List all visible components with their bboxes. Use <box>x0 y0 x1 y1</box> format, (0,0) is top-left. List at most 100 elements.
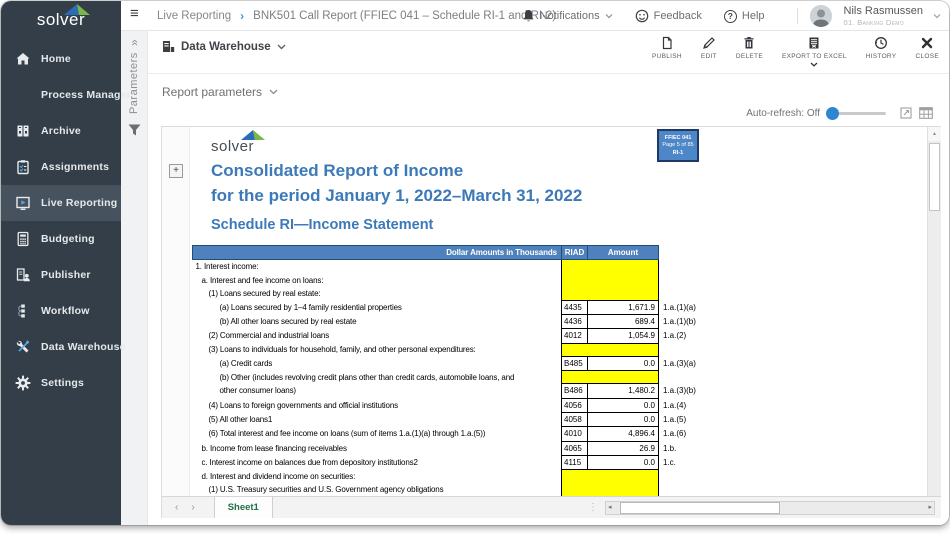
row-label: c. Interest income on balances due from … <box>193 455 562 469</box>
report-table-row: (a) Loans secured by 1–4 family resident… <box>193 300 737 314</box>
auto-refresh-control: Auto-refresh: Off <box>746 107 933 119</box>
hamburger-icon[interactable]: ≡ <box>130 5 139 22</box>
amount-input-cell[interactable] <box>562 343 659 356</box>
riad-code-cell: 4012 <box>562 329 588 343</box>
publish-button[interactable]: PUBLISH <box>652 36 682 60</box>
user-menu[interactable]: Nils Rasmussen 01. Banking Demo <box>810 5 941 27</box>
user-name: Nils Rasmussen <box>844 6 923 17</box>
report-table-row: other consumer loans)B4861,480.21.a.(3)(… <box>193 384 737 398</box>
amount-cell[interactable]: 0.0 <box>588 356 659 370</box>
bell-icon <box>522 9 535 23</box>
solver-logo[interactable]: solver <box>1 1 121 33</box>
amount-cell[interactable]: 26.9 <box>588 441 659 455</box>
sidebar-item-label: Assignments <box>41 161 109 173</box>
sidebar-item-archive[interactable]: Archive <box>1 113 121 149</box>
scroll-up-icon[interactable]: ▲ <box>928 127 941 141</box>
parameters-panel-collapsed[interactable]: Parameters » <box>121 31 148 525</box>
edit-button[interactable]: EDIT <box>701 36 717 60</box>
outline-expand-button[interactable]: + <box>169 164 183 178</box>
help-button[interactable]: ? Help <box>724 10 765 23</box>
sidebar-item-budgeting[interactable]: Budgeting <box>1 221 121 257</box>
archive-icon <box>14 123 31 140</box>
breadcrumb-section[interactable]: Live Reporting <box>157 10 231 22</box>
vertical-scrollbar[interactable]: ▲ <box>927 127 941 496</box>
row-label: d. Interest and dividend income on secur… <box>193 470 562 483</box>
history-button[interactable]: HISTORY <box>866 36 897 60</box>
amount-input-cell[interactable] <box>562 470 659 496</box>
item-ref <box>659 343 737 356</box>
report-table-row: (6) Total interest and fee income on loa… <box>193 427 737 441</box>
item-ref <box>659 260 737 274</box>
vertical-scrollbar-thumb[interactable] <box>929 143 940 211</box>
report-table-row: (b) All other loans secured by real esta… <box>193 314 737 328</box>
amount-cell[interactable]: 1,671.9 <box>588 300 659 314</box>
sheet-bar: ‹ › Sheet1 ⋮ ◂ ▸ <box>162 496 941 518</box>
item-ref: 1.a.(3)(a) <box>659 356 737 370</box>
item-ref: 1.a.(5) <box>659 413 737 427</box>
export-to-excel-button[interactable]: EXPORT TO EXCEL <box>782 36 847 67</box>
amount-cell[interactable]: 1,054.9 <box>588 329 659 343</box>
amount-cell[interactable]: 0.0 <box>588 398 659 412</box>
riad-code-cell: 4010 <box>562 427 588 441</box>
close-button[interactable]: CLOSE <box>915 36 939 60</box>
riad-code-cell: 4435 <box>562 300 588 314</box>
sidebar-item-home[interactable]: Home <box>1 41 121 77</box>
scroll-left-icon[interactable]: ◂ <box>608 502 612 514</box>
auto-refresh-slider[interactable] <box>828 112 886 115</box>
item-ref: 1.b. <box>659 441 737 455</box>
amount-cell[interactable]: 0.0 <box>588 455 659 469</box>
filter-icon <box>128 124 141 136</box>
report-page: solver FFIEC 041 Page 5 of 85 RI-1 Conso… <box>191 127 926 496</box>
report-table-row: (3) Loans to individuals for household, … <box>193 343 737 356</box>
sheet-tab-sheet1[interactable]: Sheet1 <box>214 497 273 518</box>
ffiec-form-number: FFIEC 041 <box>665 135 692 142</box>
sheet-splitter-handle[interactable]: ⋮ <box>588 502 597 513</box>
report-table-row: (a) Credit cardsB4850.01.a.(3)(a) <box>193 356 737 370</box>
close-icon <box>920 36 934 50</box>
row-label: (6) Total interest and fee income on loa… <box>193 427 562 441</box>
item-ref: 1.a.(1)(a) <box>659 300 737 314</box>
sidebar-item-data-warehouse[interactable]: Data Warehouse <box>1 329 121 365</box>
sidebar-item-workflow[interactable]: Workflow <box>1 293 121 329</box>
delete-button[interactable]: DELETE <box>736 36 763 60</box>
amount-cell[interactable]: 4,896.4 <box>588 427 659 441</box>
horizontal-scrollbar-thumb[interactable] <box>620 502 780 514</box>
sidebar-item-label: Settings <box>41 377 84 389</box>
topbar-right: Notifications Feedback ? Help Nils Rasmu… <box>522 1 941 31</box>
sidebar-item-label: Home <box>41 53 71 65</box>
sidebar-item-live-reporting[interactable]: Live Reporting <box>1 185 121 221</box>
item-ref: 1.a.(2) <box>659 329 737 343</box>
action-label: EDIT <box>701 53 717 60</box>
sheet-prev-icon[interactable]: ‹ <box>175 502 178 513</box>
horizontal-scrollbar[interactable]: ◂ ▸ <box>605 501 935 515</box>
amount-input-cell[interactable] <box>562 371 659 384</box>
report-canvas: + solver FFIEC 041 Page 5 of 85 RI-1 Con… <box>162 127 941 496</box>
sheet-next-icon[interactable]: › <box>191 502 194 513</box>
amount-input-cell[interactable] <box>562 260 659 300</box>
sidebar-item-publisher[interactable]: Publisher <box>1 257 121 293</box>
amount-cell[interactable]: 0.0 <box>588 413 659 427</box>
action-label: CLOSE <box>915 53 939 60</box>
ffiec-schedule-code: RI-1 <box>673 150 683 157</box>
sidebar-item-label: Process Manager <box>41 89 131 101</box>
notifications-button[interactable]: Notifications <box>522 9 613 23</box>
assignments-icon <box>14 159 31 176</box>
sidebar-item-settings[interactable]: Settings <box>1 365 121 401</box>
report-parameters-toggle[interactable]: Report parameters <box>162 85 278 99</box>
grid-view-icon[interactable] <box>919 107 933 119</box>
sidebar-nav: Home Process Manager Archive Assignments <box>1 41 121 401</box>
sheet-nav: ‹ › <box>175 502 195 513</box>
auto-refresh-knob[interactable] <box>826 107 839 120</box>
scroll-right-icon[interactable]: ▸ <box>928 502 932 514</box>
sidebar-item-assignments[interactable]: Assignments <box>1 149 121 185</box>
open-in-window-icon[interactable] <box>900 107 912 119</box>
amount-cell[interactable]: 1,480.2 <box>588 384 659 398</box>
expand-panel-icon: » <box>127 39 141 46</box>
item-ref: 1.a.(1)(b) <box>659 314 737 328</box>
data-source-select[interactable]: Data Warehouse <box>162 40 286 53</box>
feedback-button[interactable]: Feedback <box>635 9 702 23</box>
sidebar-item-process-manager[interactable]: Process Manager <box>1 77 121 113</box>
item-ref <box>659 371 737 384</box>
amount-cell[interactable]: 689.4 <box>588 314 659 328</box>
row-label: a. Interest and fee income on loans: <box>193 274 562 287</box>
